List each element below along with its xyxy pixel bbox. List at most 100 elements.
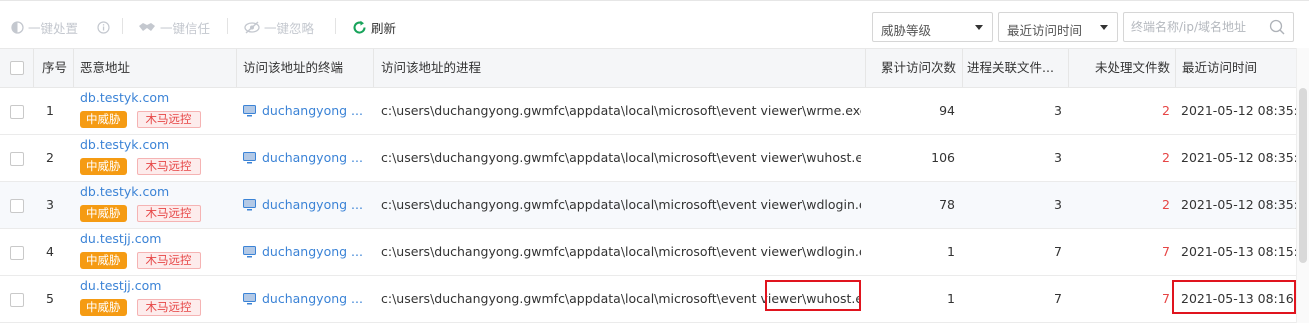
threat-level-select[interactable]: 威胁等级 (872, 12, 993, 42)
last-access-time: 2021-05-12 08:35:3 (1181, 103, 1296, 118)
process-file-count: 7 (1054, 291, 1062, 306)
threat-level-badge: 中威胁 (80, 252, 127, 269)
one-click-trust-button[interactable]: 一键信任 (138, 18, 210, 36)
row-badges: 中威胁 木马远控 (80, 205, 201, 222)
terminal-name: duchangyong ... (262, 197, 363, 212)
info-icon-button[interactable] (97, 18, 114, 36)
handshake-icon (139, 22, 155, 31)
row-badges: 中威胁 木马远控 (80, 111, 201, 128)
process-path: c:\users\duchangyong.gwmfc\appdata\local… (381, 103, 861, 118)
column-header-unhandled-files: 未处理文件数 (1094, 60, 1170, 75)
terminal-name: duchangyong ... (262, 150, 363, 165)
malicious-domain-link[interactable]: db.testyk.com (80, 90, 169, 105)
one-click-ignore-button[interactable]: 一键忽略 (244, 18, 314, 36)
table-row[interactable]: 4 du.testjj.com 中威胁 木马远控 duchangyong ...… (0, 229, 1296, 276)
terminal-link[interactable]: duchangyong ... (243, 291, 363, 306)
toolbar-divider (335, 18, 336, 34)
row-checkbox[interactable] (10, 152, 24, 166)
search-input[interactable] (1124, 13, 1262, 41)
scrollbar-thumb[interactable] (1299, 88, 1307, 263)
threat-type-badge: 木马远控 (136, 111, 201, 128)
monitor-icon (243, 245, 256, 257)
row-index: 1 (46, 103, 54, 118)
one-click-handle-button[interactable]: 一键处置 (11, 18, 78, 36)
row-checkbox[interactable] (10, 246, 24, 260)
terminal-link[interactable]: duchangyong ... (243, 103, 363, 118)
access-count: 94 (939, 103, 955, 118)
search-icon[interactable] (1269, 19, 1285, 35)
column-divider (865, 49, 866, 87)
threat-type-badge: 木马远控 (136, 158, 201, 175)
terminal-link[interactable]: duchangyong ... (243, 197, 363, 212)
column-header-process: 访问该地址的进程 (381, 60, 482, 75)
column-header-terminal: 访问该地址的终端 (243, 60, 344, 75)
row-badges: 中威胁 木马远控 (80, 252, 201, 269)
last-access-time: 2021-05-13 08:15:5 (1181, 244, 1296, 259)
row-checkbox[interactable] (10, 199, 24, 213)
terminal-name: duchangyong ... (262, 291, 363, 306)
table-row[interactable]: 1 db.testyk.com 中威胁 木马远控 duchangyong ...… (0, 88, 1296, 135)
row-index: 4 (46, 244, 54, 259)
malicious-domain-link[interactable]: du.testjj.com (80, 278, 161, 293)
vertical-scrollbar[interactable] (1296, 48, 1309, 323)
recent-access-select-value: 最近访问时间 (1007, 23, 1083, 38)
terminal-link[interactable]: duchangyong ... (243, 150, 363, 165)
table-row[interactable]: 3 db.testyk.com 中威胁 木马远控 duchangyong ...… (0, 182, 1296, 229)
unhandled-file-count[interactable]: 7 (1075, 291, 1170, 306)
column-header-malicious-address: 恶意地址 (80, 60, 131, 75)
one-click-handle-label: 一键处置 (28, 20, 79, 36)
access-count: 1 (947, 244, 955, 259)
caret-down-icon (975, 25, 983, 30)
unhandled-file-count[interactable]: 2 (1075, 150, 1170, 165)
threat-type-badge: 木马远控 (136, 252, 201, 269)
refresh-button[interactable]: 刷新 (352, 18, 396, 36)
access-count: 78 (939, 197, 955, 212)
threat-level-badge: 中威胁 (80, 205, 127, 222)
row-badges: 中威胁 木马远控 (80, 299, 201, 316)
malicious-domain-link[interactable]: db.testyk.com (80, 184, 169, 199)
table-row[interactable]: 5 du.testjj.com 中威胁 木马远控 duchangyong ...… (0, 276, 1296, 323)
threat-type-badge: 木马远控 (136, 205, 201, 222)
threat-level-badge: 中威胁 (80, 158, 127, 175)
column-divider (962, 49, 963, 87)
select-all-checkbox[interactable] (10, 61, 24, 75)
process-path: c:\users\duchangyong.gwmfc\appdata\local… (381, 244, 861, 259)
row-checkbox[interactable] (10, 105, 24, 119)
one-click-ignore-label: 一键忽略 (264, 20, 315, 36)
unhandled-file-count[interactable]: 2 (1075, 197, 1170, 212)
row-badges: 中威胁 木马远控 (80, 158, 201, 175)
threat-level-badge: 中威胁 (80, 299, 127, 316)
threat-level-select-value: 威胁等级 (881, 23, 932, 38)
monitor-icon (243, 292, 256, 304)
column-header-access-count: 累计访问次数 (880, 60, 956, 75)
one-click-trust-label: 一键信任 (160, 20, 211, 36)
info-icon (97, 20, 110, 34)
monitor-icon (243, 198, 256, 210)
table-row[interactable]: 2 db.testyk.com 中威胁 木马远控 duchangyong ...… (0, 135, 1296, 182)
toolbar-divider (227, 18, 228, 34)
process-path: c:\users\duchangyong.gwmfc\appdata\local… (381, 150, 861, 165)
threat-type-badge: 木马远控 (136, 299, 201, 316)
column-divider (1175, 49, 1176, 87)
column-divider (236, 49, 237, 87)
column-divider (373, 49, 374, 87)
terminal-name: duchangyong ... (262, 244, 363, 259)
recent-access-select[interactable]: 最近访问时间 (998, 12, 1118, 42)
process-file-count: 3 (1054, 197, 1062, 212)
process-file-count: 3 (1054, 150, 1062, 165)
column-divider (73, 49, 74, 87)
annotation-highlight-box (765, 280, 861, 311)
refresh-icon (353, 20, 366, 34)
threat-level-badge: 中威胁 (80, 111, 127, 128)
malicious-domain-link[interactable]: db.testyk.com (80, 137, 169, 152)
column-header-last-access: 最近访问时间 (1182, 60, 1258, 75)
table-header: 序号 恶意地址 访问该地址的终端 访问该地址的进程 累计访问次数 进程关联文件.… (0, 48, 1296, 88)
column-header-index: 序号 (42, 60, 68, 75)
terminal-link[interactable]: duchangyong ... (243, 244, 363, 259)
unhandled-file-count[interactable]: 7 (1075, 244, 1170, 259)
row-checkbox[interactable] (10, 293, 24, 307)
process-file-count: 7 (1054, 244, 1062, 259)
unhandled-file-count[interactable]: 2 (1075, 103, 1170, 118)
toolbar: 一键处置 一键信任 一键忽略 刷新 威胁等级 最近访问时间 (0, 0, 1309, 48)
malicious-domain-link[interactable]: du.testjj.com (80, 231, 161, 246)
